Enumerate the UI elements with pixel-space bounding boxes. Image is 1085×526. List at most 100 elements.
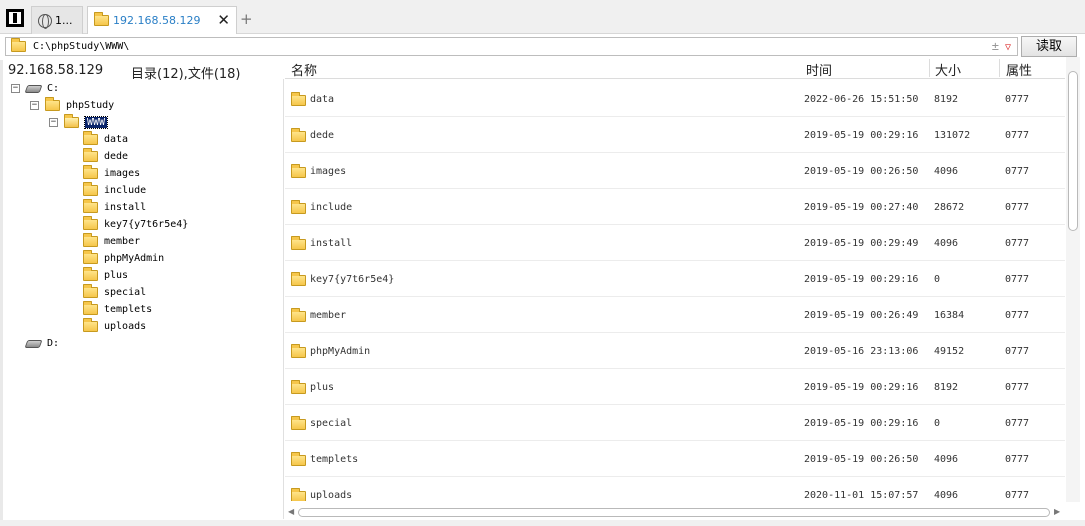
- folder-icon: [83, 267, 98, 281]
- column-divider[interactable]: [929, 59, 930, 77]
- scroll-thumb[interactable]: [298, 508, 1050, 517]
- tree-node-phpstudy[interactable]: − phpStudy: [30, 97, 114, 114]
- tree-label: dede: [104, 151, 129, 162]
- file-size: 0: [934, 274, 941, 285]
- file-attr: 0777: [1005, 310, 1030, 321]
- tab-active[interactable]: 192.168.58.129 ✕: [87, 6, 237, 34]
- collapse-icon[interactable]: −: [49, 118, 58, 127]
- file-name: templets: [310, 454, 359, 465]
- file-attr: 0777: [1005, 238, 1030, 249]
- tree-node-www[interactable]: − WWW: [49, 114, 109, 131]
- tree-node-data[interactable]: data: [83, 131, 128, 148]
- file-size: 131072: [934, 130, 971, 141]
- chevron-down-icon[interactable]: ▽: [1005, 42, 1011, 53]
- tree-node-drive-c[interactable]: − C:: [11, 80, 59, 97]
- drive-icon: [24, 84, 43, 93]
- file-size: 4096: [934, 238, 959, 249]
- directory-tree: − C: − phpStudy − WWW data dede images incl…: [5, 79, 284, 519]
- file-size: 4096: [934, 166, 959, 177]
- tree-node-install[interactable]: install: [83, 199, 146, 216]
- file-attr: 0777: [1005, 418, 1030, 429]
- tab-bar: 1... 192.168.58.129 ✕ +: [0, 0, 1085, 34]
- file-size: 0: [934, 418, 941, 429]
- vertical-scrollbar[interactable]: [1066, 57, 1080, 502]
- app-logo-icon[interactable]: [6, 9, 24, 27]
- close-tab-icon[interactable]: ✕: [217, 11, 230, 29]
- table-row[interactable]: include 2019-05-19 00:27:40 28672 0777: [285, 189, 1065, 225]
- folder-icon: [291, 344, 306, 358]
- column-name[interactable]: 名称: [291, 60, 317, 79]
- column-size[interactable]: 大小: [935, 60, 961, 79]
- folder-icon: [83, 182, 98, 196]
- file-time: 2019-05-19 00:27:40: [804, 202, 919, 213]
- folder-icon: [83, 165, 98, 179]
- file-attr: 0777: [1005, 346, 1030, 357]
- table-row[interactable]: install 2019-05-19 00:29:49 4096 0777: [285, 225, 1065, 261]
- table-row[interactable]: member 2019-05-19 00:26:49 16384 0777: [285, 297, 1065, 333]
- file-size: 16384: [934, 310, 965, 321]
- tree-node-include[interactable]: include: [83, 182, 146, 199]
- path-input[interactable]: C:\phpStudy\WWW\ ± ▽: [5, 37, 1018, 56]
- table-row[interactable]: uploads 2020-11-01 15:07:57 4096 0777: [285, 477, 1065, 501]
- file-attr: 0777: [1005, 454, 1030, 465]
- file-time: 2020-11-01 15:07:57: [804, 490, 919, 501]
- column-attr[interactable]: 属性: [1006, 60, 1032, 79]
- tree-node-member[interactable]: member: [83, 233, 140, 250]
- table-row[interactable]: dede 2019-05-19 00:29:16 131072 0777: [285, 117, 1065, 153]
- folder-icon: [83, 250, 98, 264]
- column-time[interactable]: 时间: [806, 60, 832, 79]
- tree-label: install: [104, 202, 147, 213]
- file-attr: 0777: [1005, 94, 1030, 105]
- file-name: plus: [310, 382, 335, 393]
- scroll-right-icon[interactable]: ▶: [1054, 507, 1060, 516]
- history-icon[interactable]: ±: [992, 39, 999, 53]
- host-ip-label: 92.168.58.129: [8, 63, 104, 78]
- table-row[interactable]: templets 2019-05-19 00:26:50 4096 0777: [285, 441, 1065, 477]
- table-row[interactable]: key7{y7t6r5e4} 2019-05-19 00:29:16 0 0777: [285, 261, 1065, 297]
- read-button[interactable]: 读取: [1021, 36, 1077, 57]
- file-size: 8192: [934, 382, 959, 393]
- table-row[interactable]: phpMyAdmin 2019-05-16 23:13:06 49152 0777: [285, 333, 1065, 369]
- folder-icon: [94, 12, 109, 26]
- table-row[interactable]: special 2019-05-19 00:29:16 0 0777: [285, 405, 1065, 441]
- table-row[interactable]: plus 2019-05-19 00:29:16 8192 0777: [285, 369, 1065, 405]
- file-attr: 0777: [1005, 166, 1030, 177]
- folder-icon: [291, 416, 306, 430]
- file-time: 2019-05-19 00:26:49: [804, 310, 919, 321]
- file-name: data: [310, 94, 335, 105]
- scroll-left-icon[interactable]: ◀: [288, 507, 294, 516]
- tab-1[interactable]: 1...: [31, 6, 83, 34]
- tree-node-templets[interactable]: templets: [83, 301, 152, 318]
- collapse-icon[interactable]: −: [11, 84, 20, 93]
- tree-node-images[interactable]: images: [83, 165, 140, 182]
- tree-node-plus[interactable]: plus: [83, 267, 128, 284]
- tree-node-drive-d[interactable]: D:: [24, 335, 59, 352]
- scroll-thumb[interactable]: [1068, 71, 1078, 231]
- left-edge: [0, 60, 3, 520]
- file-time: 2019-05-16 23:13:06: [804, 346, 919, 357]
- folder-icon: [291, 92, 306, 106]
- add-tab-icon[interactable]: +: [240, 10, 253, 28]
- folder-icon: [83, 148, 98, 162]
- collapse-icon[interactable]: −: [30, 101, 39, 110]
- folder-icon: [83, 216, 98, 230]
- tree-label: include: [104, 185, 147, 196]
- tree-label: images: [104, 168, 141, 179]
- tree-node-uploads[interactable]: uploads: [83, 318, 146, 335]
- file-time: 2019-05-19 00:29:49: [804, 238, 919, 249]
- folder-icon: [11, 38, 26, 52]
- table-row[interactable]: data 2022-06-26 15:51:50 8192 0777: [285, 81, 1065, 117]
- tree-label: phpStudy: [66, 100, 115, 111]
- column-divider[interactable]: [999, 59, 1000, 77]
- table-row[interactable]: images 2019-05-19 00:26:50 4096 0777: [285, 153, 1065, 189]
- tree-node-phpmyadmin[interactable]: phpMyAdmin: [83, 250, 164, 267]
- file-time: 2019-05-19 00:26:50: [804, 166, 919, 177]
- tree-node-dede[interactable]: dede: [83, 148, 128, 165]
- tree-label: member: [104, 236, 141, 247]
- tree-label: data: [104, 134, 129, 145]
- tree-node-special[interactable]: special: [83, 284, 146, 301]
- tab-label: 1...: [55, 14, 73, 27]
- tree-label: key7{y7t6r5e4}: [104, 219, 189, 230]
- tree-node-key7-y7t6r5e4[interactable]: key7{y7t6r5e4}: [83, 216, 188, 233]
- horizontal-scrollbar[interactable]: ◀ ▶: [285, 505, 1065, 519]
